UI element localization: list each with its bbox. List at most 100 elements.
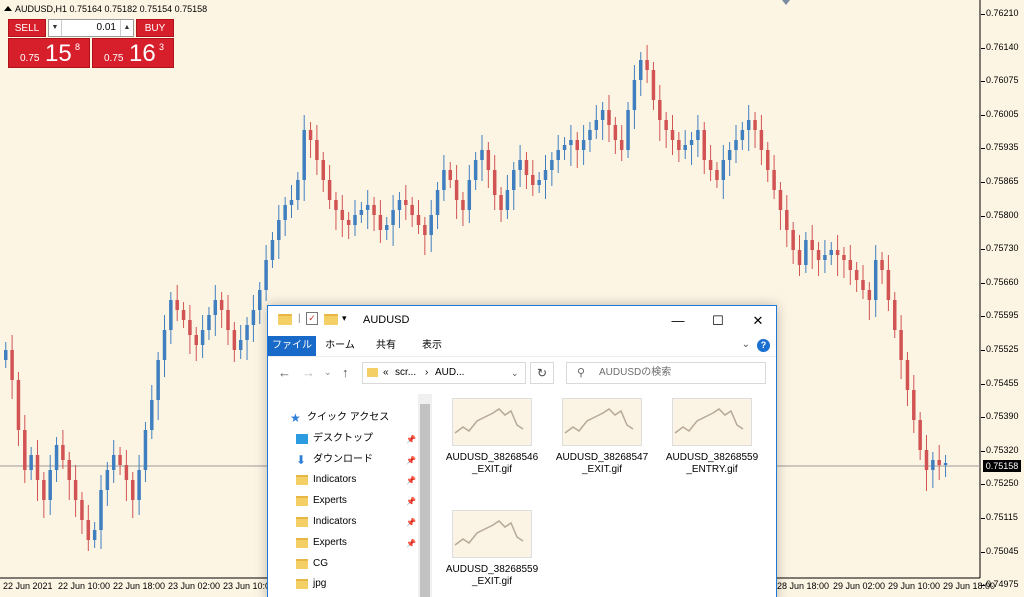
maximize-icon[interactable]: ☐ — [698, 306, 738, 336]
help-icon[interactable]: ? — [757, 339, 770, 352]
price-tick — [981, 350, 985, 351]
candle-body — [670, 130, 675, 140]
search-input[interactable]: ⚲ AUDUSDの検索 — [566, 362, 766, 384]
price-axis-label: 0.75595 — [986, 310, 1019, 321]
candle-body — [226, 310, 230, 330]
candle-body — [111, 455, 116, 470]
address-segment-aud[interactable]: AUD... — [435, 363, 464, 383]
price-axis-label: 0.75250 — [986, 478, 1019, 489]
lot-decrease-icon[interactable]: ▼ — [49, 20, 62, 36]
price-tick — [981, 282, 985, 284]
pin-icon[interactable]: 📌 — [406, 476, 416, 485]
thumbnail-chart-icon — [564, 408, 634, 434]
candle-body — [512, 170, 516, 190]
candle-body — [35, 455, 40, 480]
candle-body — [346, 220, 351, 225]
chart-shift-marker-icon[interactable] — [782, 0, 790, 5]
candle-body — [219, 300, 224, 310]
forward-arrow-icon[interactable]: → — [302, 365, 315, 380]
candle-body — [619, 140, 624, 150]
pin-icon[interactable]: 📌 — [406, 497, 416, 506]
time-axis-label: 29 Jun 02:00 — [833, 581, 886, 591]
tab-file[interactable]: ファイル — [268, 336, 316, 356]
folder-icon — [296, 558, 308, 569]
back-arrow-icon[interactable]: ← — [278, 365, 291, 380]
candle-body — [905, 360, 910, 390]
bid-price-button[interactable]: 0.75 15 8 — [8, 38, 90, 68]
candle-body — [778, 190, 783, 210]
explorer-titlebar[interactable]: | ✓ ▾ AUDUSD — ☐ ✕ — [268, 306, 776, 336]
candle-body — [73, 480, 78, 500]
customize-toolbar-icon[interactable]: ▾ — [342, 313, 347, 324]
price-tick — [981, 450, 985, 452]
candle-body — [188, 320, 192, 335]
candle-body — [289, 200, 294, 205]
address-input[interactable]: « scr... › AUD... ⌄ — [362, 362, 526, 384]
price-tick — [981, 383, 985, 385]
file-item[interactable]: AUDUSD_38268559_ENTRY.gif — [654, 388, 758, 498]
new-folder-icon[interactable] — [324, 314, 338, 325]
candle-body — [581, 140, 586, 150]
lot-increase-icon[interactable]: ▲ — [120, 20, 133, 36]
pin-icon[interactable]: 📌 — [406, 518, 416, 527]
file-item[interactable]: AUDUSD_38268546_EXIT.gif — [434, 388, 538, 498]
candle-body — [518, 160, 522, 170]
scrollbar-thumb[interactable] — [420, 404, 430, 597]
file-explorer-window[interactable]: | ✓ ▾ AUDUSD — ☐ ✕ ファイル ホーム 共有 表示 ⌄ ? ← … — [267, 305, 777, 597]
candle-body — [499, 195, 503, 210]
ribbon-expand-icon[interactable]: ⌄ — [742, 339, 750, 350]
nav-scrollbar[interactable] — [418, 394, 432, 597]
lot-size-value[interactable]: 0.01 — [63, 20, 119, 36]
candle-body — [334, 200, 338, 210]
price-axis-label: 0.76075 — [986, 75, 1019, 86]
candle-body — [867, 290, 872, 300]
folder-icon — [278, 314, 292, 325]
address-dropdown-icon[interactable]: ⌄ — [511, 363, 519, 383]
minimize-icon[interactable]: — — [658, 306, 698, 336]
sell-button[interactable]: SELL — [8, 19, 46, 37]
tab-home[interactable]: ホーム — [320, 336, 360, 356]
refresh-button[interactable]: ↻ — [530, 362, 554, 384]
up-arrow-icon[interactable]: ↑ — [342, 365, 349, 380]
candle-body — [321, 160, 325, 180]
address-segment-scr[interactable]: scr... — [395, 363, 416, 383]
file-item[interactable]: AUDUSD_38268559_EXIT.gif — [434, 500, 538, 597]
nav-item-label: クイック アクセス — [307, 412, 390, 423]
candle-body — [842, 255, 846, 260]
recent-locations-icon[interactable]: ⌄ — [324, 367, 332, 378]
price-tick — [981, 417, 985, 419]
folder-icon — [296, 496, 308, 507]
thumbnail-chart-icon — [454, 520, 524, 546]
time-axis-label: 22 Jun 18:00 — [113, 581, 166, 591]
candle-body — [588, 130, 592, 140]
pin-icon[interactable]: 📌 — [406, 456, 416, 465]
close-icon[interactable]: ✕ — [738, 306, 776, 336]
ask-price-button[interactable]: 0.75 16 3 — [92, 38, 174, 68]
buy-button[interactable]: BUY — [136, 19, 174, 37]
file-name: AUDUSD_38268547_EXIT.gif — [555, 452, 649, 475]
tab-view[interactable]: 表示 — [414, 336, 450, 356]
properties-icon[interactable]: ✓ — [306, 312, 318, 325]
price-tick — [981, 14, 985, 15]
candle-body — [162, 330, 167, 360]
lot-size-stepper[interactable]: ▼ 0.01 ▲ — [48, 19, 134, 37]
candle-body — [556, 150, 560, 160]
candle-body — [861, 280, 865, 290]
candle-body — [86, 520, 91, 540]
candle-body — [480, 150, 484, 160]
pin-icon[interactable]: 📌 — [406, 539, 416, 548]
candle-body — [80, 500, 84, 520]
candle-body — [848, 260, 853, 270]
candle-body — [232, 330, 237, 350]
ask-price-pips: 16 — [129, 40, 156, 67]
candle-body — [740, 130, 745, 140]
pin-icon[interactable]: 📌 — [406, 435, 416, 444]
divider-icon: | — [298, 313, 301, 324]
candle-body — [385, 225, 389, 230]
candle-body — [829, 250, 833, 255]
candle-body — [270, 240, 275, 260]
candle-body — [823, 255, 827, 260]
file-item[interactable]: AUDUSD_38268547_EXIT.gif — [544, 388, 648, 498]
tab-share[interactable]: 共有 — [368, 336, 404, 356]
candle-body — [169, 300, 173, 330]
